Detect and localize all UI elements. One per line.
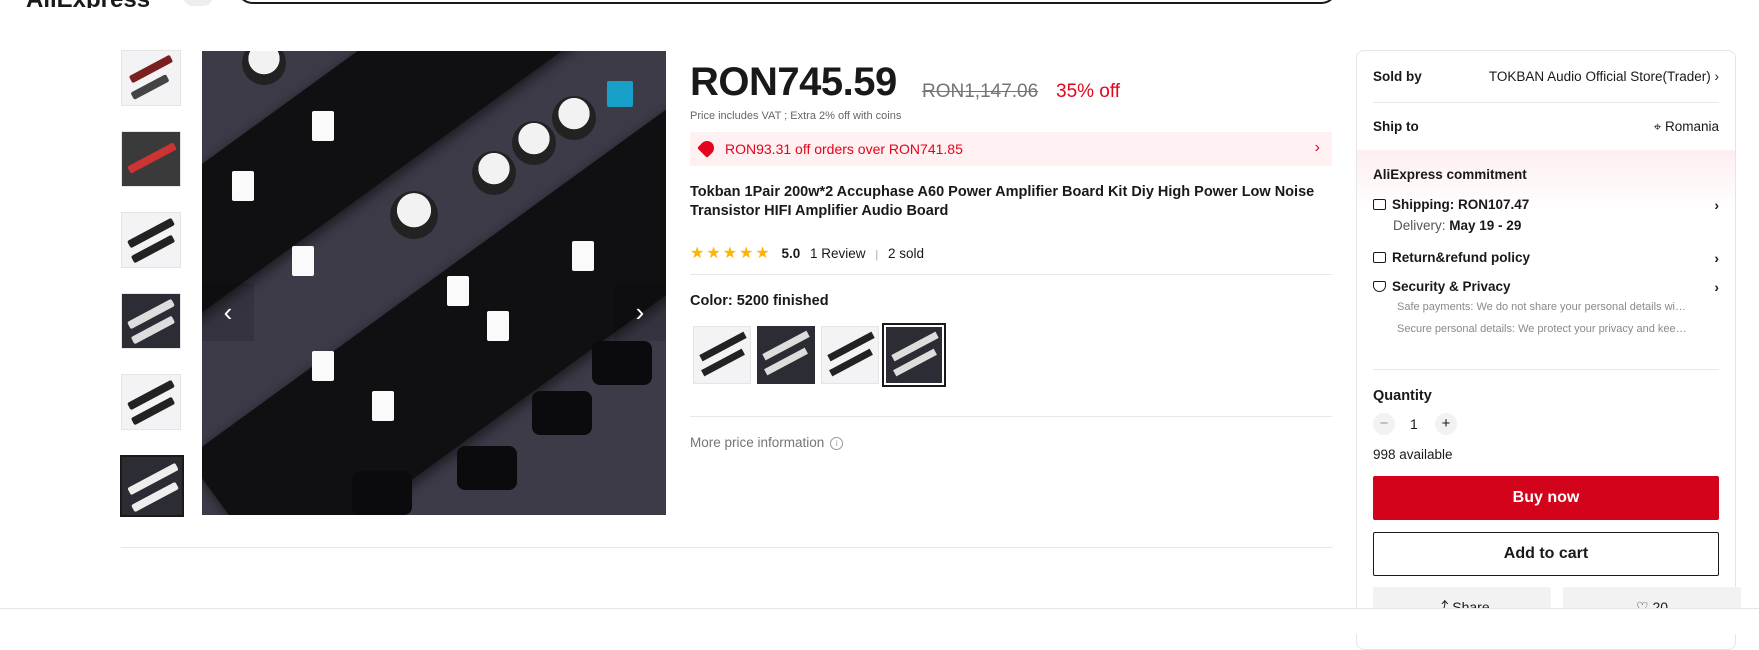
more-price-label: More price information — [690, 435, 825, 450]
next-image-arrow[interactable]: › — [614, 283, 666, 341]
truck-icon — [1373, 199, 1386, 210]
top-header: AliExpress — [0, 0, 1759, 8]
purchase-panel: Sold by TOKBAN Audio Official Store(Trad… — [1356, 50, 1741, 650]
chevron-right-icon: › — [1714, 197, 1719, 213]
footer-bar — [0, 608, 1759, 634]
coupon-text: RON93.31 off orders over RON741.85 — [725, 141, 963, 157]
quantity-decrease-button[interactable]: − — [1373, 413, 1395, 435]
quantity-value[interactable]: 1 — [1410, 416, 1418, 432]
color-option-3[interactable] — [821, 326, 879, 384]
return-refund-label: Return&refund policy — [1392, 250, 1531, 265]
delivery-row: Delivery: May 19 - 29 — [1393, 218, 1719, 233]
rating-row: ★★★★★ 5.0 1 Review | 2 sold — [690, 243, 924, 263]
star-rating-icon: ★★★★★ — [690, 245, 772, 262]
thumbnail-4[interactable] — [121, 293, 181, 349]
safe-payments-note: Safe payments: We do not share your pers… — [1397, 301, 1689, 313]
thumbnail-6-selected[interactable] — [120, 455, 184, 517]
commitment-title: AliExpress commitment — [1373, 167, 1527, 182]
chevron-right-icon: › — [1714, 69, 1720, 84]
shield-icon — [1373, 281, 1386, 292]
store-name-link[interactable]: TOKBAN Audio Official Store(Trader) — [1489, 69, 1711, 84]
chevron-right-icon: › — [1714, 250, 1719, 266]
color-option-4-selected[interactable] — [882, 323, 946, 387]
sold-count: 2 sold — [887, 246, 924, 261]
current-price: RON745.59 — [690, 60, 897, 104]
quantity-label: Quantity — [1373, 388, 1432, 404]
return-box-icon — [1373, 252, 1386, 263]
thumbnail-2[interactable] — [121, 131, 181, 187]
discount-badge: 35% off — [1056, 81, 1121, 102]
location-pin-icon: ⌖ — [1653, 119, 1662, 134]
security-privacy-row[interactable]: Security & Privacy › — [1373, 279, 1719, 295]
security-privacy-label: Security & Privacy — [1392, 279, 1511, 294]
color-option-1[interactable] — [693, 326, 751, 384]
chevron-right-icon: › — [1714, 279, 1719, 295]
logo-badge — [183, 0, 213, 6]
prev-image-arrow[interactable]: ‹ — [202, 283, 254, 341]
separator: | — [875, 249, 879, 261]
vat-note: Price includes VAT ; Extra 2% off with c… — [690, 110, 902, 122]
color-label: Color: 5200 finished — [690, 293, 829, 309]
ship-to-row[interactable]: Ship to ⌖ Romania — [1373, 119, 1719, 134]
search-input[interactable] — [236, 0, 1338, 4]
return-refund-row[interactable]: Return&refund policy › — [1373, 250, 1719, 266]
shipping-row[interactable]: Shipping: RON107.47 › — [1373, 197, 1719, 213]
thumbnail-list — [120, 50, 187, 542]
quantity-increase-button[interactable]: + — [1435, 413, 1457, 435]
coupon-tag-icon — [697, 138, 717, 158]
chevron-right-icon: › — [1314, 139, 1320, 156]
rating-score: 5.0 — [781, 246, 801, 261]
ship-to-label: Ship to — [1373, 119, 1419, 134]
color-option-2[interactable] — [757, 326, 815, 384]
info-icon[interactable]: i — [830, 437, 844, 450]
section-divider — [121, 547, 1333, 548]
original-price: RON1,147.06 — [922, 81, 1039, 102]
main-product-image[interactable]: ‹ › — [202, 51, 666, 515]
aliexpress-logo[interactable]: AliExpress — [26, 0, 150, 8]
divider — [690, 416, 1332, 417]
review-count-link[interactable]: 1 Review — [810, 246, 866, 261]
secure-details-note: Secure personal details: We protect your… — [1397, 323, 1689, 335]
ship-to-country[interactable]: Romania — [1665, 119, 1719, 134]
shipping-cost: Shipping: RON107.47 — [1392, 197, 1530, 212]
thumbnail-5[interactable] — [121, 374, 181, 430]
divider — [1373, 369, 1719, 370]
delivery-label: Delivery: — [1393, 218, 1446, 233]
available-stock: 998 available — [1373, 447, 1453, 462]
buy-now-button[interactable]: Buy now — [1373, 476, 1719, 520]
divider — [1373, 102, 1719, 103]
thumbnail-1[interactable] — [121, 50, 181, 106]
sold-by-row[interactable]: Sold by TOKBAN Audio Official Store(Trad… — [1373, 69, 1719, 84]
sold-by-label: Sold by — [1373, 69, 1422, 84]
more-price-info[interactable]: More price information i — [690, 435, 844, 450]
thumbnail-3[interactable] — [121, 212, 181, 268]
delivery-dates: May 19 - 29 — [1449, 218, 1522, 233]
divider — [690, 274, 1332, 275]
product-title: Tokban 1Pair 200w*2 Accuphase A60 Power … — [690, 184, 1315, 219]
add-to-cart-button[interactable]: Add to cart — [1373, 532, 1719, 576]
coupon-banner[interactable]: RON93.31 off orders over RON741.85 › — [690, 132, 1332, 166]
